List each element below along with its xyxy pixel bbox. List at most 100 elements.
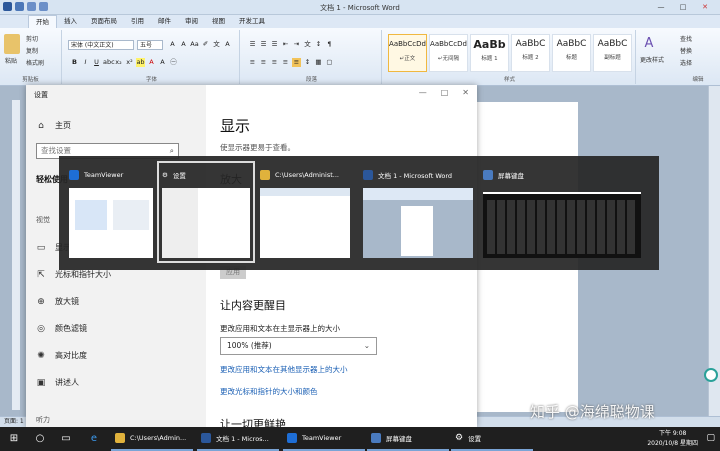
maximize-icon[interactable]: □ [672,2,694,13]
superscript-icon[interactable]: x² [125,58,134,67]
tab-insert[interactable]: 插入 [57,15,84,28]
font-color-icon[interactable]: A [147,58,156,67]
change-styles-icon[interactable]: A [640,36,658,52]
system-clock[interactable]: 下午 9:08 2020/10/8 星期四 [647,429,698,449]
style-title[interactable]: AaBbC 标题 [552,34,591,72]
underline-icon[interactable]: U [92,58,101,67]
style-preview: AaBbC [556,39,587,49]
select-button[interactable]: 选择 [680,58,692,67]
style-subtitle[interactable]: AaBbC 副标题 [593,34,632,72]
nav-high-contrast[interactable]: ✺ 高对比度 [36,350,87,361]
switcher-keyboard[interactable]: 屏幕键盘 [479,162,645,262]
find-button[interactable]: 查找 [680,34,692,43]
paste-icon[interactable] [4,34,20,54]
increase-indent-icon[interactable]: ⇥ [292,40,301,49]
switcher-explorer[interactable]: C:\Users\Administ... [256,162,354,262]
font-name-select[interactable]: 宋体 (中文正文) [68,40,134,50]
cursor-size-link[interactable]: 更改光标和指针的大小和颜色 [220,386,318,397]
paste-button[interactable]: 粘贴 [5,56,17,65]
font-size-select[interactable]: 五号 [137,40,163,50]
sort-icon[interactable]: ↕ [314,40,323,49]
highlight-icon[interactable]: ab [136,58,145,67]
clear-format-icon[interactable]: ✐ [201,40,210,49]
numbering-icon[interactable]: ☰ [259,40,268,49]
vertical-scrollbar[interactable] [708,86,720,416]
minimize-icon[interactable]: — [419,88,427,97]
show-marks-icon[interactable]: ¶ [325,40,334,49]
minimize-icon[interactable]: — [650,2,672,13]
bullets-icon[interactable]: ☰ [248,40,257,49]
paragraph-group: ☰ ☰ ☰ ⇤ ⇥ 文 ↕ ¶ ≡ ≡ ≡ ≡ ≡ ↕ ▦ ▢ 段落 [242,30,382,84]
taskbar-teamviewer[interactable]: TeamViewer [283,427,365,451]
format-painter-button[interactable]: 格式刷 [26,58,44,67]
switcher-teamviewer[interactable]: TeamViewer [65,162,157,262]
style-name: ↵正文 [399,56,416,62]
nav-magnifier[interactable]: ⊕ 放大镜 [36,296,79,307]
floating-assistant-icon[interactable] [704,368,718,382]
char-shading-icon[interactable]: A [158,58,167,67]
search-icon[interactable]: ○ [30,427,50,451]
tab-home[interactable]: 开始 [28,15,57,28]
shading-icon[interactable]: ▦ [314,58,323,67]
settings-thumbnail [162,188,250,258]
tab-references[interactable]: 引用 [124,15,151,28]
notification-icon[interactable]: ▢ [706,433,715,443]
close-icon[interactable]: ✕ [694,2,716,13]
scale-dropdown[interactable]: 100% (推荐) ⌄ [220,337,377,355]
align-right-icon[interactable]: ≡ [270,58,279,67]
style-heading-1[interactable]: AaBb 标题 1 [470,34,509,72]
cut-button[interactable]: 剪切 [26,34,38,43]
enclose-char-icon[interactable]: ㊀ [169,58,178,67]
chinese-layout-icon[interactable]: 文 [303,40,312,49]
windows-start-icon[interactable]: ⊞ [4,427,24,451]
gear-icon: ⚙ [162,171,168,179]
edge-icon[interactable]: e [84,427,104,451]
align-center-icon[interactable]: ≡ [259,58,268,67]
grow-font-icon[interactable]: A [168,40,177,49]
italic-icon[interactable]: I [81,58,90,67]
line-spacing-icon[interactable]: ↕ [303,58,312,67]
phonetic-icon[interactable]: 文 [212,40,221,49]
justify-icon[interactable]: ≡ [281,58,290,67]
subscript-icon[interactable]: x₂ [114,58,123,67]
task-view-icon[interactable]: ▭ [56,427,76,451]
magnifier-icon: ⊕ [37,296,45,307]
replace-button[interactable]: 替换 [680,46,692,55]
align-left-icon[interactable]: ≡ [248,58,257,67]
strikethrough-icon[interactable]: abc [103,58,115,67]
nav-home[interactable]: ⌂ 主页 [36,120,71,131]
taskbar-explorer[interactable]: C:\Users\Admin... [111,427,193,451]
nav-color-filters[interactable]: ◎ 颜色滤镜 [36,323,87,334]
nav-cursor[interactable]: ⇱ 光标和指针大小 [36,269,111,280]
cursor-icon: ⇱ [37,269,45,280]
tab-view[interactable]: 视图 [205,15,232,28]
switcher-word[interactable]: 文档 1 - Microsoft Word [359,162,477,262]
styles-group-label: 样式 [503,77,515,83]
style-heading-2[interactable]: AaBbC 标题 2 [511,34,550,72]
tab-developer[interactable]: 开发工具 [232,15,272,28]
bold-icon[interactable]: B [70,58,79,67]
switcher-settings[interactable]: ⚙ 设置 [157,161,255,263]
nav-narrator[interactable]: ▣ 讲述人 [36,377,79,388]
style-normal[interactable]: AaBbCcDd ↵正文 [388,34,427,72]
tab-review[interactable]: 审阅 [178,15,205,28]
style-no-spacing[interactable]: AaBbCcDd ↵无间隔 [429,34,468,72]
distributed-icon[interactable]: ≡ [292,58,301,67]
other-display-link[interactable]: 更改应用和文本在其他显示器上的大小 [220,364,348,375]
borders-icon[interactable]: ▢ [325,58,334,67]
tab-mailings[interactable]: 邮件 [151,15,178,28]
decrease-indent-icon[interactable]: ⇤ [281,40,290,49]
char-border-icon[interactable]: A [223,40,232,49]
tab-layout[interactable]: 页面布局 [84,15,124,28]
clipboard-group: 粘贴 剪切 复制 格式刷 剪贴板 [0,30,62,84]
close-icon[interactable]: ✕ [462,88,469,97]
taskbar-settings[interactable]: ⚙ 设置 [451,427,533,451]
change-styles-button[interactable]: 更改样式 [640,55,664,64]
maximize-icon[interactable]: □ [441,88,449,97]
font-case-icon[interactable]: Aa [190,40,199,49]
multilevel-list-icon[interactable]: ☰ [270,40,279,49]
taskbar-keyboard[interactable]: 屏幕键盘 [367,427,449,451]
taskbar-word[interactable]: 文档 1 - Micros... [197,427,279,451]
shrink-font-icon[interactable]: A [179,40,188,49]
copy-button[interactable]: 复制 [26,46,38,55]
